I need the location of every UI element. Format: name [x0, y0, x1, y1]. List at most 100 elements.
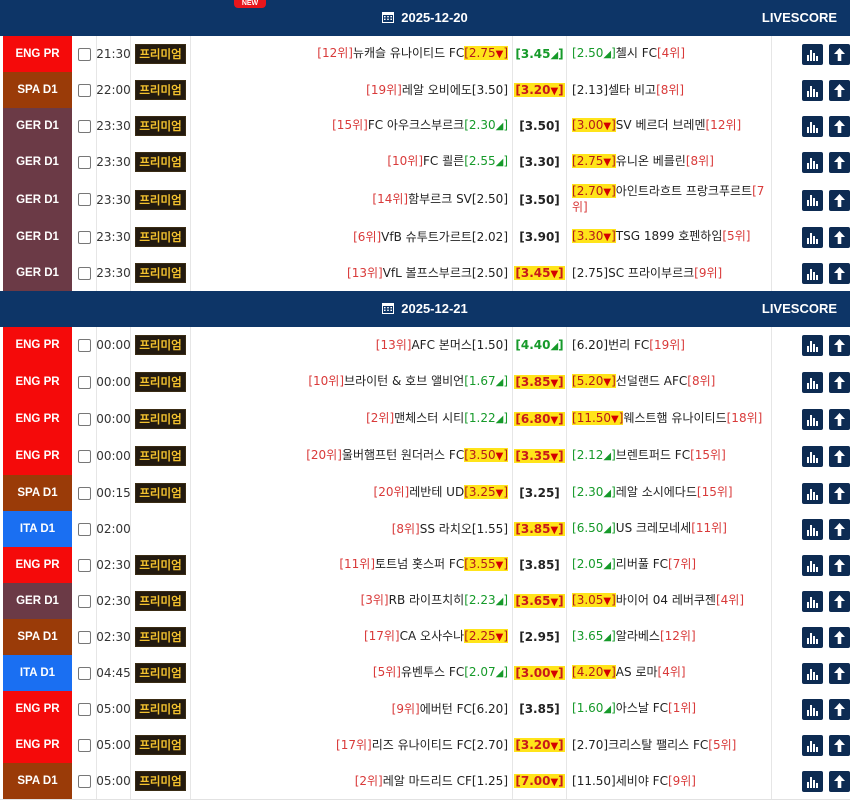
premium-button[interactable]: 프리미엄 [135, 663, 186, 683]
premium-button[interactable]: 프리미엄 [135, 152, 186, 172]
select-checkbox[interactable] [72, 255, 97, 291]
draw-odds[interactable]: [6.80▼] [513, 401, 567, 437]
checkbox-box[interactable] [77, 266, 91, 280]
pin-top-arrow-icon[interactable] [829, 263, 850, 284]
premium-button[interactable]: 프리미엄 [135, 44, 186, 64]
checkbox-box[interactable] [77, 558, 91, 572]
away-team[interactable]: [2.12◢]브렌트퍼드 FC[15위] [567, 437, 772, 475]
league-badge[interactable]: ITA D1 [3, 655, 72, 691]
premium-button[interactable]: 프리미엄 [135, 735, 186, 755]
pin-top-arrow-icon[interactable] [829, 663, 850, 684]
draw-odds[interactable]: [3.85▼] [513, 363, 567, 401]
away-team[interactable]: [11.50▼]웨스트햄 유나이티드[18위] [567, 401, 772, 437]
stats-chart-icon[interactable] [802, 699, 823, 720]
league-badge[interactable]: GER D1 [3, 108, 72, 144]
home-team[interactable]: [13위]AFC 본머스[1.50] [191, 327, 513, 363]
league-badge[interactable]: ENG PR [3, 437, 72, 475]
away-team[interactable]: [5.20▼]선덜랜드 AFC[8위] [567, 363, 772, 401]
draw-odds[interactable]: [3.90] [513, 219, 567, 255]
home-team[interactable]: [2위]맨체스터 시티[1.22◢] [191, 401, 513, 437]
draw-odds[interactable]: [3.45▼] [513, 255, 567, 291]
home-team[interactable]: [20위]울버햄프턴 원더러스 FC[3.50▼] [191, 437, 513, 475]
select-checkbox[interactable] [72, 144, 97, 180]
away-team[interactable]: [3.00▼]SV 베르더 브레멘[12위] [567, 108, 772, 144]
premium-button[interactable]: 프리미엄 [135, 227, 186, 247]
premium-button[interactable]: 프리미엄 [135, 409, 186, 429]
stats-chart-icon[interactable] [802, 409, 823, 430]
league-badge[interactable]: GER D1 [3, 583, 72, 619]
checkbox-box[interactable] [77, 119, 91, 133]
away-team[interactable]: [2.05◢]리버풀 FC[7위] [567, 547, 772, 583]
league-badge[interactable]: ENG PR [3, 401, 72, 437]
premium-button[interactable]: 프리미엄 [135, 335, 186, 355]
pin-top-arrow-icon[interactable] [829, 335, 850, 356]
stats-chart-icon[interactable] [802, 663, 823, 684]
pin-top-arrow-icon[interactable] [829, 152, 850, 173]
league-badge[interactable]: GER D1 [3, 180, 72, 219]
select-checkbox[interactable] [72, 475, 97, 511]
away-team[interactable]: [6.50◢]US 크레모네세[11위] [567, 511, 772, 547]
stats-chart-icon[interactable] [802, 735, 823, 756]
pin-top-arrow-icon[interactable] [829, 189, 850, 211]
premium-button[interactable]: 프리미엄 [135, 372, 186, 392]
draw-odds[interactable]: [3.20▼] [513, 727, 567, 763]
league-badge[interactable]: SPA D1 [3, 72, 72, 108]
draw-odds[interactable]: [3.30] [513, 144, 567, 180]
stats-chart-icon[interactable] [802, 335, 823, 356]
league-badge[interactable]: GER D1 [3, 219, 72, 255]
home-team[interactable]: [2위]레알 마드리드 CF[1.25] [191, 763, 513, 799]
premium-button[interactable]: 프리미엄 [135, 591, 186, 611]
premium-button[interactable]: 프리미엄 [135, 555, 186, 575]
premium-button[interactable]: 프리미엄 [135, 116, 186, 136]
checkbox-box[interactable] [77, 522, 91, 536]
pin-top-arrow-icon[interactable] [829, 519, 850, 540]
home-team[interactable]: [8위]SS 라치오[1.55] [191, 511, 513, 547]
select-checkbox[interactable] [72, 437, 97, 475]
home-team[interactable]: [3위]RB 라이프치히[2.23◢] [191, 583, 513, 619]
checkbox-box[interactable] [77, 702, 91, 716]
league-badge[interactable]: ENG PR [3, 547, 72, 583]
league-badge[interactable]: GER D1 [3, 255, 72, 291]
league-badge[interactable]: ENG PR [3, 691, 72, 727]
select-checkbox[interactable] [72, 219, 97, 255]
league-badge[interactable]: ENG PR [3, 727, 72, 763]
premium-button[interactable]: 프리미엄 [135, 189, 186, 210]
premium-button[interactable]: 프리미엄 [135, 627, 186, 647]
away-team[interactable]: [11.50]세비야 FC[9위] [567, 763, 772, 799]
away-team[interactable]: [2.70]크리스탈 팰리스 FC[5위] [567, 727, 772, 763]
stats-chart-icon[interactable] [802, 227, 823, 248]
select-checkbox[interactable] [72, 327, 97, 363]
stats-chart-icon[interactable] [802, 771, 823, 792]
checkbox-box[interactable] [77, 155, 91, 169]
home-team[interactable]: [14위]함부르크 SV[2.50] [191, 180, 513, 219]
draw-odds[interactable]: [4.40◢] [513, 327, 567, 363]
away-team[interactable]: [1.60◢]아스날 FC[1위] [567, 691, 772, 727]
stats-chart-icon[interactable] [802, 519, 823, 540]
checkbox-box[interactable] [77, 338, 91, 352]
pin-top-arrow-icon[interactable] [829, 80, 850, 101]
draw-odds[interactable]: [3.65▼] [513, 583, 567, 619]
premium-button[interactable]: 프리미엄 [135, 771, 186, 791]
home-team[interactable]: [9위]에버턴 FC[6.20] [191, 691, 513, 727]
select-checkbox[interactable] [72, 72, 97, 108]
checkbox-box[interactable] [77, 47, 91, 61]
livescore-link[interactable]: LIVESCORE [762, 291, 837, 327]
league-badge[interactable]: SPA D1 [3, 763, 72, 799]
draw-odds[interactable]: [3.50] [513, 108, 567, 144]
home-team[interactable]: [5위]유벤투스 FC[2.07◢] [191, 655, 513, 691]
checkbox-box[interactable] [77, 193, 91, 206]
draw-odds[interactable]: [3.25] [513, 475, 567, 511]
pin-top-arrow-icon[interactable] [829, 446, 850, 467]
pin-top-arrow-icon[interactable] [829, 483, 850, 504]
stats-chart-icon[interactable] [802, 446, 823, 467]
select-checkbox[interactable] [72, 511, 97, 547]
pin-top-arrow-icon[interactable] [829, 227, 850, 248]
league-badge[interactable]: SPA D1 [3, 619, 72, 655]
away-team[interactable]: [2.30◢]레알 소시에다드[15위] [567, 475, 772, 511]
livescore-link[interactable]: LIVESCORE [762, 0, 837, 36]
pin-top-arrow-icon[interactable] [829, 735, 850, 756]
checkbox-box[interactable] [77, 594, 91, 608]
stats-chart-icon[interactable] [802, 372, 823, 393]
checkbox-box[interactable] [77, 630, 91, 644]
pin-top-arrow-icon[interactable] [829, 555, 850, 576]
